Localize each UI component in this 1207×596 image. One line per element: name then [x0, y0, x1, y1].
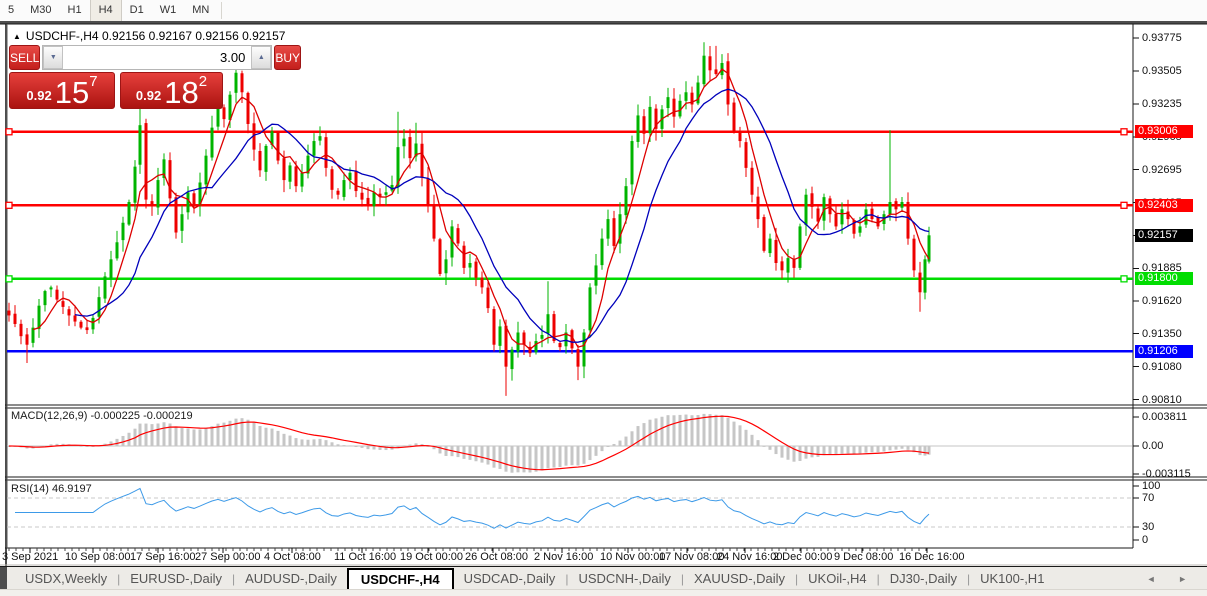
hline-price-label: 0.93006	[1135, 125, 1193, 139]
arrow-down-icon: ▼	[49, 54, 57, 61]
chart-title-bar: ▲ USDCHF-,H4 0.92156 0.92167 0.92156 0.92…	[13, 29, 285, 43]
price-axis-tick[interactable]: 0.93505	[1142, 65, 1182, 77]
chart-tab-usdcad-daily[interactable]: USDCAD-,Daily	[454, 569, 566, 588]
rsi-indicator-label: RSI(14) 46.9197	[11, 483, 92, 495]
buy-price-box[interactable]: 0.92 18 2	[119, 72, 223, 110]
time-axis-label[interactable]: 3 Sep 2021	[2, 551, 58, 563]
macd-indicator-label: MACD(12,26,9) -0.000225 -0.000219	[11, 410, 193, 422]
volume-decrease-button[interactable]: ▼	[43, 46, 64, 69]
volume-input[interactable]	[63, 46, 252, 69]
hline-price-label: 0.92403	[1135, 198, 1193, 212]
price-axis-tick[interactable]: 0.92695	[1142, 164, 1182, 176]
current-price-label: 0.92157	[1135, 228, 1193, 242]
ask-price-big: 18	[164, 75, 199, 110]
chart-tab-usdchf-h4[interactable]: USDCHF-,H4	[346, 568, 454, 591]
chart-tab-bar: USDX,Weekly | EURUSD-,Daily | AUDUSD-,Daily U…	[0, 566, 1207, 591]
chart-tab-ukoil-h4[interactable]: UKOil-,H4	[798, 569, 877, 588]
price-axis-tick[interactable]: 0.91350	[1142, 328, 1182, 340]
ask-price-prefix: 0.92	[135, 88, 162, 103]
time-axis-label[interactable]: 2 Dec 00:00	[773, 551, 832, 563]
rsi-axis-tick[interactable]: 100	[1142, 480, 1160, 492]
tab-scroll-arrows[interactable]: ◄ ►	[1147, 574, 1197, 584]
mt4-window: 5 M30 H1 H4 D1 W1 MN ▲ USDCHF-,H4 0.92156 0.921…	[0, 0, 1207, 596]
price-axis-tick[interactable]: 0.93235	[1142, 98, 1182, 110]
price-axis-tick[interactable]: 0.93775	[1142, 32, 1182, 44]
chart-tab-usdx-weekly[interactable]: USDX,Weekly	[15, 569, 117, 588]
time-axis-label[interactable]: 17 Nov 08:00	[659, 551, 724, 563]
bid-price-pip: 7	[89, 73, 98, 90]
macd-axis-tick[interactable]: 0.00	[1142, 440, 1163, 452]
ask-price-pip: 2	[198, 73, 208, 90]
tab-strip-edge	[0, 567, 7, 590]
time-axis-label[interactable]: 10 Sep 08:00	[65, 551, 130, 563]
time-axis-label[interactable]: 16 Dec 16:00	[899, 551, 964, 563]
price-axis-tick[interactable]: 0.91080	[1142, 361, 1182, 373]
time-axis-label[interactable]: 27 Sep 00:00	[195, 551, 260, 563]
hline-price-label: 0.91206	[1135, 344, 1193, 358]
time-axis-label[interactable]: 26 Oct 08:00	[465, 551, 528, 563]
collapse-chart-icon[interactable]: ▲	[13, 32, 21, 41]
time-axis-label[interactable]: 10 Nov 00:00	[600, 551, 665, 563]
hline-price-label: 0.91800	[1135, 272, 1193, 286]
chart-ohlc-values: 0.92156 0.92167 0.92156 0.92157	[101, 29, 286, 43]
price-axis-tick[interactable]: 0.91620	[1142, 295, 1182, 307]
bid-price-big: 15	[54, 75, 90, 110]
buy-button[interactable]: BUY	[274, 45, 302, 70]
time-axis-label[interactable]: 11 Oct 16:00	[334, 551, 396, 563]
time-axis-label[interactable]: 9 Dec 08:00	[834, 551, 893, 563]
time-axis-label[interactable]: 17 Sep 16:00	[130, 551, 195, 563]
sell-price-box[interactable]: 0.92 15 7	[9, 72, 115, 109]
chart-tab-usdcnh-daily[interactable]: USDCNH-,Daily	[568, 569, 680, 588]
time-axis-label[interactable]: 4 Oct 08:00	[264, 551, 321, 563]
one-click-trading-widget: SELL ▼ ▲ BUY 0.92 15 7 0.92 18 2	[9, 45, 302, 110]
chart-tab-dj30-daily[interactable]: DJ30-,Daily	[880, 569, 967, 588]
rsi-axis-tick[interactable]: 0	[1142, 534, 1148, 546]
bid-price-prefix: 0.92	[26, 88, 52, 103]
macd-axis-tick[interactable]: 0.003811	[1142, 411, 1187, 423]
rsi-axis-tick[interactable]: 30	[1142, 521, 1154, 533]
sell-button[interactable]: SELL	[9, 45, 41, 70]
rsi-axis-tick[interactable]: 70	[1142, 492, 1154, 504]
arrow-up-icon: ▲	[257, 54, 265, 61]
status-bar	[0, 589, 1207, 596]
chart-tab-xauusd-daily[interactable]: XAUUSD-,Daily	[684, 569, 795, 588]
time-axis-label[interactable]: 19 Oct 00:00	[400, 551, 463, 563]
time-axis-label[interactable]: 2 Nov 16:00	[534, 551, 593, 563]
macd-axis-tick[interactable]: -0.003115	[1142, 468, 1191, 480]
chart-tab-uk100-h1[interactable]: UK100-,H1	[970, 569, 1054, 588]
chart-tab-audusd-daily[interactable]: AUDUSD-,Daily	[235, 569, 347, 588]
price-axis-tick[interactable]: 0.90810	[1142, 394, 1182, 406]
volume-increase-button[interactable]: ▲	[251, 46, 272, 69]
volume-spinner: ▼ ▲	[42, 45, 273, 70]
chart-tab-eurusd-daily[interactable]: EURUSD-,Daily	[120, 569, 232, 588]
chart-symbol-title: USDCHF-,H4	[25, 29, 99, 43]
